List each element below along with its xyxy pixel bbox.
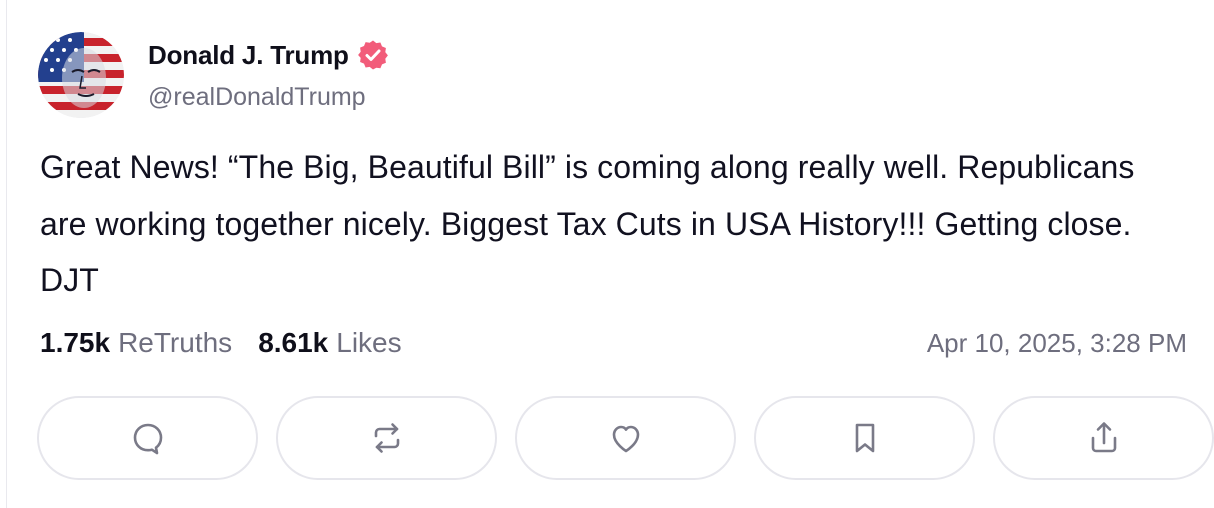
display-name[interactable]: Donald J. Trump <box>148 40 349 71</box>
retruths-label[interactable]: ReTruths <box>118 327 232 359</box>
author-row: Donald J. Trump <box>148 38 389 72</box>
user-handle[interactable]: @realDonaldTrump <box>148 83 366 112</box>
likes-label[interactable]: Likes <box>336 327 401 359</box>
post-timestamp: Apr 10, 2025, 3:28 PM <box>926 328 1187 358</box>
action-bar <box>37 396 1214 480</box>
avatar-image <box>38 32 124 118</box>
avatar[interactable] <box>38 32 124 118</box>
comment-icon <box>133 423 162 455</box>
verified-badge-icon <box>357 40 388 70</box>
likes-count[interactable]: 8.61k <box>258 327 328 359</box>
like-button[interactable] <box>515 396 736 480</box>
share-icon <box>1091 422 1116 453</box>
reply-button[interactable] <box>37 396 258 480</box>
repost-icon <box>374 423 399 453</box>
post-stats: 1.75k ReTruths 8.61k Likes <box>40 324 402 362</box>
bookmark-icon <box>855 423 874 453</box>
heart-icon <box>612 425 639 453</box>
left-border <box>6 0 7 508</box>
bookmark-button[interactable] <box>754 396 975 480</box>
share-button[interactable] <box>993 396 1214 480</box>
retruth-button[interactable] <box>276 396 497 480</box>
retruths-count[interactable]: 1.75k <box>40 327 110 359</box>
post-body: Great News! “The Big, Beautiful Bill” is… <box>40 149 1135 298</box>
